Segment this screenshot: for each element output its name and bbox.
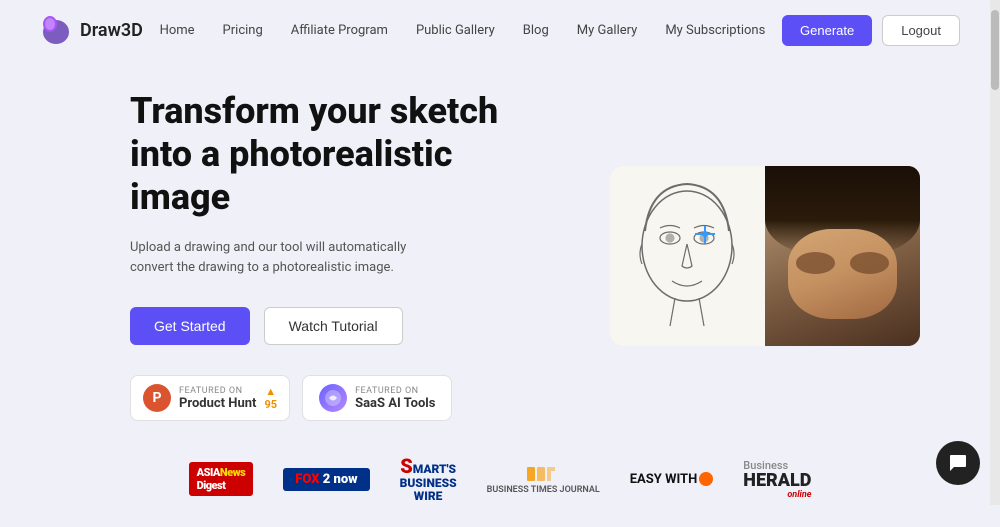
badges-area: P FEATURED ON Product Hunt ▲ 95: [130, 375, 530, 421]
nav-home[interactable]: Home: [160, 23, 195, 38]
ph-icon: P: [143, 384, 171, 412]
sketch-half: [610, 166, 765, 346]
photo-face: [765, 166, 920, 346]
saas-icon: [319, 384, 347, 412]
hero-subtitle: Upload a drawing and our tool will autom…: [130, 238, 450, 280]
hero-section: Transform your sketch into a photorealis…: [0, 60, 1000, 441]
media-logo-easy[interactable]: EASY WITH: [630, 461, 714, 497]
scrollbar-thumb[interactable]: [991, 10, 999, 90]
get-started-button[interactable]: Get Started: [130, 307, 250, 345]
media-logos: ASIANewsDigest FOX 2 now SMART'SBUSINESS…: [0, 441, 1000, 527]
btj-text: BUSINESS TIMES JOURNAL: [487, 485, 600, 495]
hero-image-inner: [610, 166, 920, 346]
sbw-logo-text: SMART'SBUSINESSWIRE: [400, 455, 457, 503]
btj-icon-svg: [525, 463, 561, 485]
ph-featured-label: FEATURED ON: [179, 386, 256, 396]
product-hunt-badge[interactable]: P FEATURED ON Product Hunt ▲ 95: [130, 375, 290, 421]
nav-my-gallery[interactable]: My Gallery: [577, 23, 638, 38]
header: Draw3D Home Pricing Affiliate Program Pu…: [0, 0, 1000, 60]
herald-online: online: [787, 490, 811, 500]
media-logo-herald[interactable]: Business HERALD online: [743, 461, 811, 497]
scrollbar-track[interactable]: [990, 0, 1000, 505]
logo-icon: [40, 14, 72, 46]
herald-logo-text: Business HERALD online: [743, 459, 811, 500]
main-nav: Home Pricing Affiliate Program Public Ga…: [160, 23, 766, 38]
fox-logo-text: FOX 2 now: [283, 468, 369, 491]
media-logo-btj[interactable]: BUSINESS TIMES JOURNAL: [487, 461, 600, 497]
hero-buttons: Get Started Watch Tutorial: [130, 307, 530, 345]
btj-logo: BUSINESS TIMES JOURNAL: [487, 463, 600, 495]
sketch-svg: [610, 166, 765, 346]
chat-bubble-button[interactable]: [936, 441, 980, 485]
media-logo-sbw[interactable]: SMART'SBUSINESSWIRE: [400, 461, 457, 497]
chat-icon: [948, 453, 968, 473]
saas-text: Featured on SaaS AI Tools: [355, 386, 435, 411]
photo-left-eye: [796, 252, 835, 274]
ph-score-number: 95: [264, 398, 277, 411]
hero-title: Transform your sketch into a photorealis…: [130, 90, 530, 220]
saas-badge[interactable]: Featured on SaaS AI Tools: [302, 375, 452, 421]
photo-right-eye: [850, 252, 889, 274]
ph-text: FEATURED ON Product Hunt: [179, 386, 256, 411]
easy-logo-text: EASY WITH: [630, 472, 714, 487]
logo-text: Draw3D: [80, 20, 143, 41]
photo-skin: [788, 229, 897, 319]
ph-score-arrow: ▲: [265, 385, 276, 398]
nav-blog[interactable]: Blog: [523, 23, 549, 38]
hero-left: Transform your sketch into a photorealis…: [130, 90, 530, 421]
hero-image: [610, 166, 920, 346]
saas-name: SaaS AI Tools: [355, 396, 435, 411]
media-logo-asia[interactable]: ASIANewsDigest: [189, 461, 254, 497]
watch-tutorial-button[interactable]: Watch Tutorial: [264, 307, 403, 345]
photo-half: [765, 166, 920, 346]
ph-score: ▲ 95: [264, 385, 277, 411]
nav-buttons: Generate Logout: [782, 15, 960, 46]
ph-name: Product Hunt: [179, 396, 256, 411]
media-logo-fox[interactable]: FOX 2 now: [283, 461, 369, 497]
easy-dot: [699, 472, 713, 486]
logout-button[interactable]: Logout: [882, 15, 960, 46]
saas-featured-label: Featured on: [355, 386, 435, 396]
asia-logo-text: ASIANewsDigest: [189, 462, 254, 496]
nav-affiliate[interactable]: Affiliate Program: [291, 23, 388, 38]
logo-area: Draw3D: [40, 14, 143, 46]
nav-gallery[interactable]: Public Gallery: [416, 23, 495, 38]
generate-button[interactable]: Generate: [782, 15, 872, 46]
nav-subscriptions[interactable]: My Subscriptions: [665, 23, 765, 38]
herald-main: HERALD: [743, 472, 811, 490]
nav-pricing[interactable]: Pricing: [223, 23, 263, 38]
